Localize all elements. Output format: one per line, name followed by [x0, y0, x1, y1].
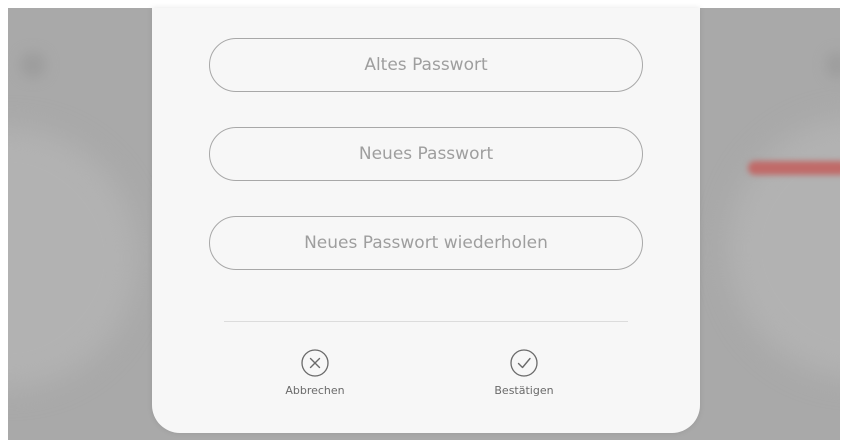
screen: Abbrechen Bestätigen: [0, 0, 848, 448]
old-password-field[interactable]: [209, 38, 643, 92]
repeat-password-field[interactable]: [209, 216, 643, 270]
confirm-button[interactable]: Bestätigen: [474, 348, 574, 397]
cancel-button[interactable]: Abbrechen: [265, 348, 365, 397]
background-accent-bar: [748, 161, 840, 175]
background-shape: [728, 118, 840, 378]
repeat-password-input[interactable]: [210, 217, 642, 269]
change-password-dialog: Abbrechen Bestätigen: [152, 8, 700, 433]
new-password-field[interactable]: [209, 127, 643, 181]
close-circle-icon: [301, 349, 329, 377]
new-password-input[interactable]: [210, 128, 642, 180]
confirm-label: Bestätigen: [494, 384, 554, 397]
divider: [224, 321, 628, 322]
check-circle-icon: [510, 349, 538, 377]
old-password-input[interactable]: [210, 39, 642, 91]
cancel-label: Abbrechen: [285, 384, 345, 397]
background-icon: [826, 52, 840, 78]
background-shape: [8, 128, 138, 388]
background-icon: [20, 52, 46, 78]
